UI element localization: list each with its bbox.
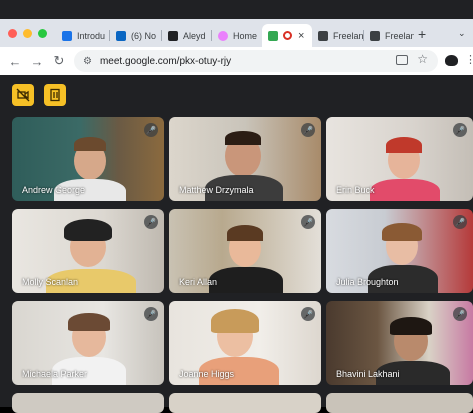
door-button[interactable]	[44, 84, 66, 106]
muted-mic-icon: 🎤	[144, 123, 158, 137]
participant-hair	[74, 137, 106, 151]
menu-icon[interactable]: ⋮	[465, 53, 473, 66]
close-tab-icon[interactable]: ×	[298, 30, 304, 42]
recording-icon	[283, 31, 292, 40]
tab-meet-active[interactable]: ×	[262, 24, 312, 47]
browser-window: Introdu (6) No Aleyd Home × Freelan Free…	[0, 0, 473, 413]
forward-icon[interactable]: →	[26, 50, 48, 72]
camera-off-button[interactable]	[12, 84, 34, 106]
tab-favicon-icon	[370, 30, 380, 41]
participant-tile[interactable]: 🎤 Molly Scanlan	[12, 209, 164, 293]
reload-icon[interactable]: ↻	[48, 50, 70, 72]
tab-freelan-2[interactable]: Freelan	[364, 24, 414, 47]
muted-mic-icon: 🎤	[301, 215, 315, 229]
address-bar[interactable]: ⚙ meet.google.com/pkx-otuy-rjy ☆	[74, 50, 438, 72]
muted-mic-icon: 🎤	[301, 307, 315, 321]
participant-body	[209, 267, 283, 293]
tab-introdu[interactable]: Introdu	[56, 24, 110, 47]
tab-freelan-1[interactable]: Freelan	[312, 24, 364, 47]
participant-name: Matthew Drzymala	[179, 185, 254, 195]
participant-name: Bhavini Lakhani	[336, 369, 400, 379]
tab-label: Freelan	[385, 30, 414, 41]
tab-strip: Introdu (6) No Aleyd Home × Freelan Free…	[0, 19, 473, 47]
participant-tile[interactable]: 🎤 Erin Buck	[326, 117, 473, 201]
tab-label: Aleyd	[183, 30, 206, 41]
participant-name: Michaela Parker	[22, 369, 88, 379]
participant-name: Keri Allan	[179, 277, 218, 287]
tab-linkedin[interactable]: (6) No	[110, 24, 162, 47]
participant-tile[interactable]: 🎤 Julia Broughton	[326, 209, 473, 293]
tab-favicon-icon	[168, 30, 178, 41]
participant-tile[interactable]: 🎤 Matthew Drzymala	[169, 117, 321, 201]
muted-mic-icon: 🎤	[453, 123, 467, 137]
participant-name: Joanne Higgs	[179, 369, 235, 379]
tab-label: Introdu	[77, 30, 106, 41]
participant-tile[interactable]: 🎤 Michaela Parker	[12, 301, 164, 385]
muted-mic-icon: 🎤	[453, 215, 467, 229]
muted-mic-icon: 🎤	[453, 307, 467, 321]
participant-hair	[68, 313, 110, 331]
participant-tile-partial[interactable]	[326, 393, 473, 413]
participant-hair	[382, 223, 422, 241]
linkedin-icon	[116, 30, 126, 41]
participant-hair	[390, 317, 432, 335]
participant-tile[interactable]: 🎤 Bhavini Lakhani	[326, 301, 473, 385]
participant-tile[interactable]: 🎤 Keri Allan	[169, 209, 321, 293]
participant-tile[interactable]: 🎤 Andrew George	[12, 117, 164, 201]
participant-name: Andrew George	[22, 185, 86, 195]
participant-name: Erin Buck	[336, 185, 375, 195]
headphones-icon	[64, 219, 112, 241]
tab-label: (6) No	[131, 30, 157, 41]
new-tab-button[interactable]: +	[418, 26, 426, 42]
participant-name: Julia Broughton	[336, 277, 399, 287]
close-window-button[interactable]	[8, 29, 17, 38]
minimize-window-button[interactable]	[23, 29, 32, 38]
browser-toolbar: ← → ↻ ⚙ meet.google.com/pkx-otuy-rjy ☆ ⋮	[0, 47, 473, 75]
extension-icon[interactable]	[445, 55, 458, 66]
participant-name: Molly Scanlan	[22, 277, 79, 287]
site-settings-icon[interactable]: ⚙	[83, 56, 92, 67]
participant-hair	[225, 131, 261, 145]
back-icon[interactable]: ←	[4, 50, 26, 72]
zoom-window-button[interactable]	[38, 29, 47, 38]
tab-favicon-icon	[62, 30, 72, 41]
participant-tile-partial[interactable]	[169, 393, 321, 413]
participant-hair	[211, 309, 259, 333]
meet-icon	[268, 30, 278, 41]
window-controls	[8, 29, 47, 38]
tab-home[interactable]: Home	[212, 24, 262, 47]
url-text: meet.google.com/pkx-otuy-rjy	[99, 55, 232, 67]
tab-label: Home	[233, 30, 258, 41]
participant-tile-partial[interactable]	[12, 393, 164, 413]
meet-toolbar	[0, 75, 473, 115]
participant-hair	[386, 137, 422, 153]
participant-hair	[227, 225, 263, 241]
tab-favicon-icon	[318, 30, 328, 41]
participant-body	[370, 179, 440, 201]
camera-off-icon	[16, 88, 30, 102]
muted-mic-icon: 🎤	[144, 307, 158, 321]
tab-favicon-icon	[218, 30, 228, 41]
tab-aleyda[interactable]: Aleyd	[162, 24, 212, 47]
tab-label: Freelan	[333, 30, 364, 41]
participant-tile[interactable]: 🎤 Joanne Higgs	[169, 301, 321, 385]
muted-mic-icon: 🎤	[144, 215, 158, 229]
tab-search-chevron-icon[interactable]: ⌄	[458, 28, 466, 39]
bookmark-star-icon[interactable]: ☆	[417, 52, 428, 66]
muted-mic-icon: 🎤	[301, 123, 315, 137]
door-icon	[50, 88, 60, 102]
cast-icon[interactable]	[396, 55, 408, 65]
